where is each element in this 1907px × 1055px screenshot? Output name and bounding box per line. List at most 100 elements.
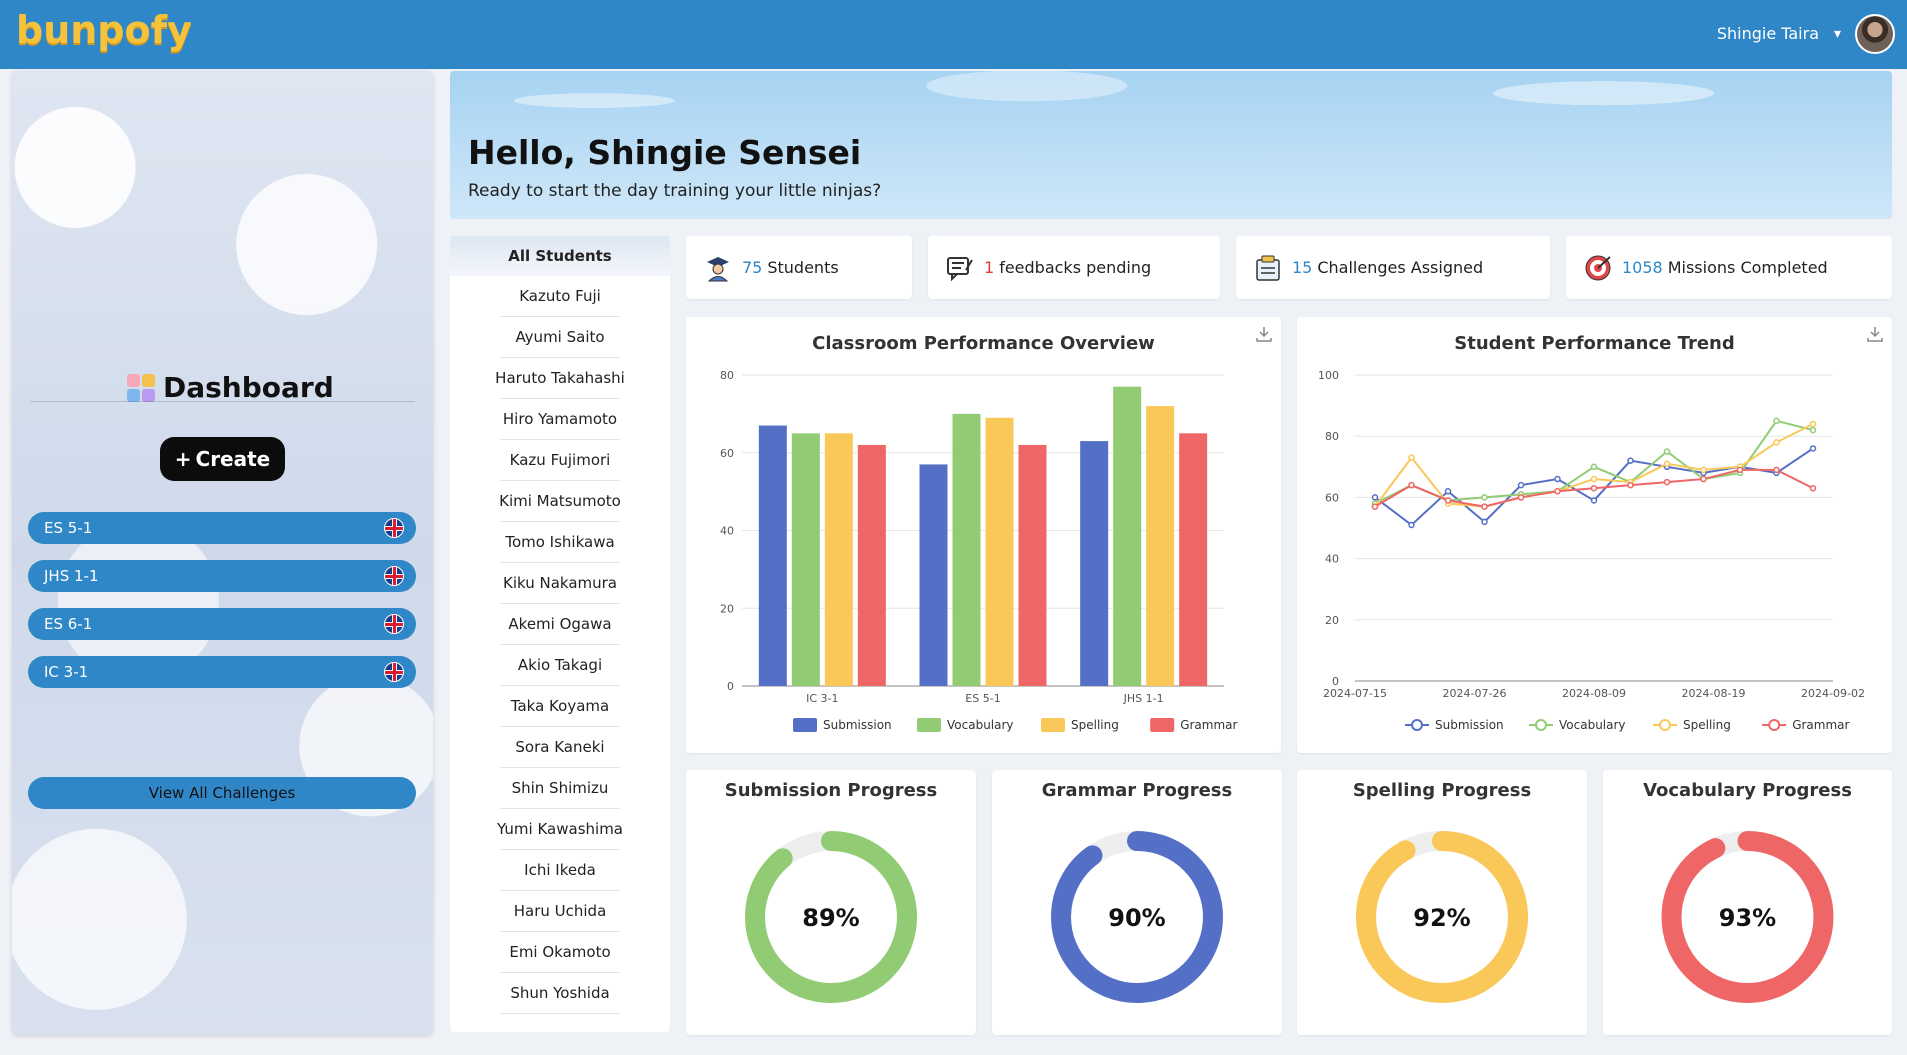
challenge-icon (1256, 255, 1280, 281)
legend-label: Vocabulary (947, 718, 1014, 732)
class-label: JHS 1-1 (44, 567, 99, 585)
user-name[interactable]: Shingie Taira (1717, 24, 1819, 43)
data-point (1371, 494, 1379, 501)
legend-label: Spelling (1683, 718, 1731, 732)
y-tick-label: 40 (1325, 553, 1339, 566)
bar-spelling (824, 433, 853, 686)
plus-icon: + (174, 447, 192, 471)
data-point (1554, 488, 1561, 495)
y-tick-label: 60 (720, 447, 734, 460)
x-tick-label: 2024-08-19 (1682, 687, 1746, 700)
legend-label: Vocabulary (1559, 718, 1626, 732)
student-list-item[interactable]: Haruto Takahashi (450, 358, 670, 399)
student-list-item[interactable]: Ichi Ikeda (450, 850, 670, 891)
students-header[interactable]: All Students (450, 236, 670, 276)
bar-grammar (1018, 444, 1047, 686)
bar-vocabulary (952, 413, 981, 686)
class-label: ES 5-1 (44, 519, 93, 537)
student-list-item[interactable]: Kazu Fujimori (450, 440, 670, 481)
student-list-item[interactable]: Shin Shimizu (450, 768, 670, 809)
class-item-jhs-1-1[interactable]: JHS 1-1 (28, 560, 416, 592)
stat-label: Missions Completed (1667, 258, 1828, 277)
student-performance-trend-card: Student Performance Trend 0 20 40 60 80 100 20… (1297, 317, 1892, 753)
data-point (1773, 466, 1780, 474)
student-list-item[interactable]: Akio Takagi (450, 645, 670, 686)
class-label: ES 6-1 (44, 615, 93, 633)
class-item-es-6-1[interactable]: ES 6-1 (28, 608, 416, 640)
data-point (1809, 426, 1817, 434)
uk-flag-icon (384, 566, 404, 586)
data-point (1554, 475, 1561, 483)
create-label: Create (195, 447, 271, 471)
student-list-item[interactable]: Ayumi Saito (450, 317, 670, 358)
data-point (1736, 466, 1744, 474)
student-list-item[interactable]: Tomo Ishikawa (450, 522, 670, 563)
vocabulary-progress-card: Vocabulary Progress 93% (1603, 770, 1892, 1035)
data-point (1444, 488, 1452, 495)
class-label: IC 3-1 (44, 663, 89, 681)
students-list: All Students Kazuto Fuji Ayumi Saito Harut… (450, 236, 670, 1032)
data-point (1663, 448, 1671, 455)
create-button[interactable]: + Create (160, 437, 285, 481)
y-tick-label: 20 (1325, 614, 1339, 627)
target-icon (1585, 255, 1611, 280)
legend-marker (1535, 719, 1547, 731)
legend-label: Grammar (1180, 718, 1237, 732)
y-tick-label: 80 (1325, 430, 1339, 443)
student-list-item[interactable]: Shun Yoshida (450, 973, 670, 1014)
student-icon (707, 256, 729, 281)
legend-swatch (1041, 718, 1065, 732)
bar-submission (1080, 441, 1109, 686)
submission-progress-card: Submission Progress 89% (686, 770, 976, 1035)
data-point (1773, 417, 1780, 425)
divider (30, 401, 415, 402)
data-point (1590, 497, 1598, 504)
bar-vocabulary (791, 433, 820, 686)
data-point (1627, 481, 1634, 489)
submission-donut (745, 831, 917, 1003)
class-item-ic-3-1[interactable]: IC 3-1 (28, 656, 416, 688)
data-point (1408, 521, 1415, 529)
progress-value: 89% (802, 904, 860, 932)
chevron-down-icon[interactable]: ▾ (1834, 26, 1841, 42)
legend-label: Submission (1435, 718, 1504, 732)
student-list-item[interactable]: Kimi Matsumoto (450, 481, 670, 522)
x-tick-label: ES 5-1 (965, 692, 1000, 705)
grammar-progress-card: Grammar Progress 90% (992, 770, 1282, 1035)
app-logo[interactable]: bunpofy (16, 8, 192, 52)
bar-submission (919, 464, 948, 686)
data-point (1517, 481, 1525, 489)
legend-label: Grammar (1792, 718, 1849, 732)
bar-spelling (1146, 406, 1175, 686)
avatar[interactable] (1855, 14, 1895, 54)
legend-swatch (917, 718, 941, 732)
data-point (1481, 494, 1488, 501)
data-point (1809, 445, 1817, 452)
student-list-item[interactable]: Emi Okamoto (450, 932, 670, 973)
student-list-item[interactable]: Sora Kaneki (450, 727, 670, 768)
student-list-item[interactable]: Haru Uchida (450, 891, 670, 932)
student-list-item[interactable]: Kiku Nakamura (450, 563, 670, 604)
student-list-item[interactable]: Taka Koyama (450, 686, 670, 727)
x-tick-label: IC 3-1 (806, 692, 838, 705)
grammar-donut (1051, 831, 1223, 1003)
student-list-item[interactable]: Akemi Ogawa (450, 604, 670, 645)
spelling-progress-card: Spelling Progress 92% (1297, 770, 1587, 1035)
y-tick-label: 80 (720, 369, 734, 382)
student-list-item[interactable]: Kazuto Fuji (450, 276, 670, 317)
bar-vocabulary (1113, 386, 1142, 686)
stat-number: 1 (984, 258, 995, 277)
stat-label: feedbacks pending (999, 258, 1152, 277)
x-tick-label: 2024-09-02 (1801, 687, 1865, 700)
classroom-performance-card: Classroom Performance Overview 0 20 40 60 80… (686, 317, 1281, 753)
view-all-challenges-button[interactable]: View All Challenges (28, 777, 416, 809)
student-list-item[interactable]: Hiro Yamamoto (450, 399, 670, 440)
class-item-es-5-1[interactable]: ES 5-1 (28, 512, 416, 544)
student-list-item[interactable]: Yumi Kawashima (450, 809, 670, 850)
data-point (1371, 503, 1379, 510)
data-point (1590, 484, 1598, 492)
legend-swatch (793, 718, 817, 732)
stat-number: 75 (742, 258, 763, 277)
data-point (1408, 454, 1415, 461)
data-point (1627, 457, 1634, 464)
